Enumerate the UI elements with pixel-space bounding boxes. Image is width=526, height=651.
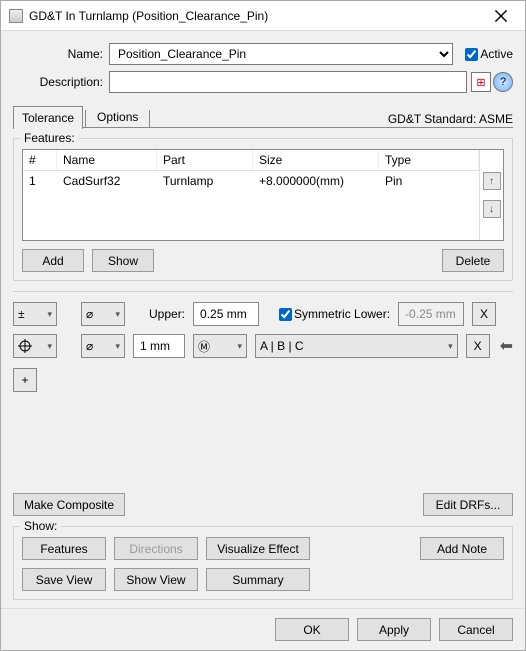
diameter-dropdown-1[interactable]: ⌀▾ (81, 302, 125, 326)
dialog-window: GD&T In Turnlamp (Position_Clearance_Pin… (0, 0, 526, 651)
mmc-icon: Ⓜ (198, 338, 210, 355)
show-group: Show: Features Directions Visualize Effe… (13, 526, 513, 600)
col-num[interactable]: # (23, 150, 57, 170)
col-size[interactable]: Size (253, 150, 379, 170)
close-icon (494, 9, 508, 23)
show-view-button[interactable]: Show View (114, 568, 198, 591)
cancel-button[interactable]: Cancel (439, 618, 513, 641)
plusminus-dropdown[interactable]: ±▾ (13, 302, 57, 326)
name-combo[interactable]: Position_Clearance_Pin (109, 43, 453, 65)
diameter-icon: ⌀ (86, 339, 93, 353)
col-part[interactable]: Part (157, 150, 253, 170)
grid-icon-button[interactable]: ⊞ (471, 72, 491, 92)
help-button[interactable]: ? (493, 72, 513, 92)
active-label: Active (480, 47, 513, 61)
symmetric-lower-input[interactable] (279, 308, 292, 321)
move-down-button[interactable]: ↓ (483, 200, 501, 218)
description-input[interactable] (109, 71, 467, 93)
delete-button[interactable]: Delete (442, 249, 504, 272)
show-button[interactable]: Show (92, 249, 154, 272)
add-button[interactable]: Add (22, 249, 84, 272)
symmetric-lower-label: Symmetric Lower: (294, 307, 390, 321)
col-name[interactable]: Name (57, 150, 157, 170)
tab-tolerance[interactable]: Tolerance (13, 106, 83, 129)
add-note-button[interactable]: Add Note (420, 537, 504, 560)
show-legend: Show: (20, 519, 61, 533)
col-type[interactable]: Type (379, 150, 479, 170)
tab-options[interactable]: Options (88, 105, 147, 128)
dialog-footer: OK Apply Cancel (1, 608, 525, 650)
active-checkbox[interactable]: Active (461, 45, 513, 64)
active-checkbox-input[interactable] (465, 48, 478, 61)
add-tolerance-row-button[interactable]: + (13, 368, 37, 392)
gdt-standard-label: GD&T Standard: ASME (388, 112, 513, 128)
features-legend: Features: (20, 131, 79, 145)
diameter-icon: ⌀ (86, 307, 93, 321)
make-composite-button[interactable]: Make Composite (13, 493, 125, 516)
app-icon (9, 9, 23, 23)
window-title: GD&T In Turnlamp (Position_Clearance_Pin… (29, 9, 479, 23)
summary-button[interactable]: Summary (206, 568, 310, 591)
edit-drfs-button[interactable]: Edit DRFs... (423, 493, 513, 516)
dialog-body: Name: Position_Clearance_Pin Active Desc… (1, 31, 525, 608)
description-label: Description: (13, 75, 109, 89)
position-tolerance-row: ▾ ⌀▾ Ⓜ▾ A | B | C▾ X ⬅ (13, 334, 513, 358)
tolerance-rows: ±▾ ⌀▾ Upper: Symmetric Lower: X (13, 302, 513, 392)
visualize-effect-button[interactable]: Visualize Effect (206, 537, 310, 560)
position-dropdown[interactable]: ▾ (13, 334, 57, 358)
modifier-dropdown[interactable]: Ⓜ▾ (193, 334, 247, 358)
tolerance-panel: Features: # Name Part Size Type 1 CadSur… (13, 127, 513, 516)
features-table: # Name Part Size Type 1 CadSurf32 Turnla… (22, 149, 504, 241)
upper-label: Upper: (149, 307, 185, 321)
tolerance-value-input[interactable] (133, 334, 185, 358)
table-row[interactable]: 1 CadSurf32 Turnlamp +8.000000(mm) Pin (23, 171, 479, 191)
datum-frame-dropdown[interactable]: A | B | C▾ (255, 334, 458, 358)
name-label: Name: (13, 47, 109, 61)
tab-strip: Tolerance Options GD&T Standard: ASME (13, 105, 513, 128)
apply-button[interactable]: Apply (357, 618, 431, 641)
symmetric-lower-checkbox[interactable]: Symmetric Lower: (275, 305, 390, 324)
datum-frame-text: A | B | C (260, 339, 304, 353)
show-directions-button[interactable]: Directions (114, 537, 198, 560)
ok-button[interactable]: OK (275, 618, 349, 641)
close-button[interactable] (479, 2, 523, 30)
remove-row-2-button[interactable]: X (466, 334, 490, 358)
titlebar: GD&T In Turnlamp (Position_Clearance_Pin… (1, 1, 525, 31)
plusminus-icon: ± (18, 307, 25, 321)
table-header: # Name Part Size Type (23, 150, 479, 171)
diameter-dropdown-2[interactable]: ⌀▾ (81, 334, 125, 358)
arrow-left-icon: ⬅ (500, 336, 513, 356)
features-group: Features: # Name Part Size Type 1 CadSur… (13, 138, 513, 281)
upper-input[interactable] (193, 302, 259, 326)
move-up-button[interactable]: ↑ (483, 172, 501, 190)
save-view-button[interactable]: Save View (22, 568, 106, 591)
lower-input (398, 302, 464, 326)
show-features-button[interactable]: Features (22, 537, 106, 560)
position-icon (18, 339, 32, 353)
remove-row-1-button[interactable]: X (472, 302, 496, 326)
size-tolerance-row: ±▾ ⌀▾ Upper: Symmetric Lower: X (13, 302, 513, 326)
